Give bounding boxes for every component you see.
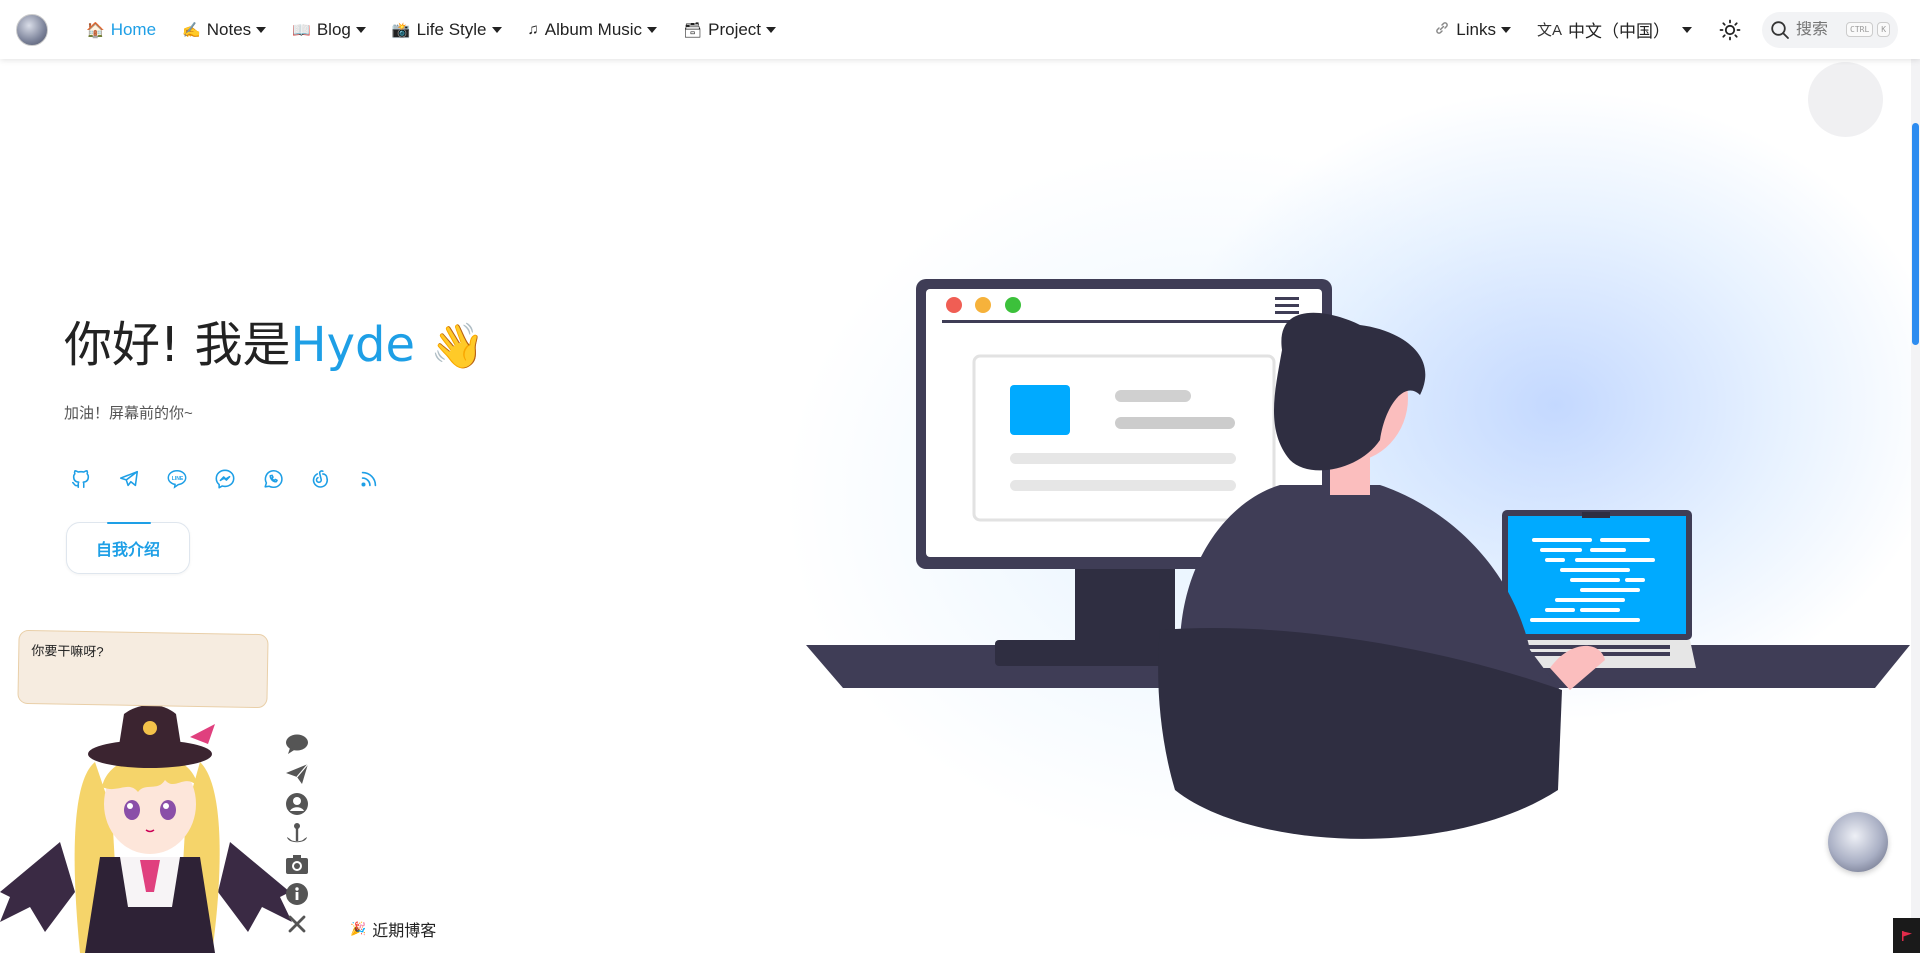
nav-links-dropdown[interactable]: Links <box>1434 20 1511 40</box>
book-icon: 📖 <box>292 21 311 39</box>
nav-item-label: Blog <box>316 19 351 39</box>
nav-item-label: Life Style <box>416 19 487 39</box>
hero-greeting: 你好! 我是 <box>64 317 291 373</box>
mascot-message: 你要干嘛呀? <box>31 643 104 660</box>
nav-item-label: Notes <box>206 19 252 39</box>
nav-item-life-style[interactable]: 📸 Life Style <box>392 20 502 40</box>
camera-icon: 📸 <box>391 21 411 39</box>
camera-icon[interactable] <box>283 852 311 876</box>
caret-down-icon <box>1682 26 1692 33</box>
caret-down-icon <box>766 26 777 33</box>
netease-music-icon[interactable] <box>308 466 334 492</box>
translate-icon: 文A <box>1536 22 1562 39</box>
hero-title: 你好! 我是Hyde 👋 <box>64 305 485 375</box>
close-icon[interactable] <box>283 912 311 936</box>
social-links: LINE <box>68 466 382 492</box>
rss-icon[interactable] <box>356 466 382 492</box>
party-popper-icon: 🎉 <box>350 921 367 936</box>
language-selector[interactable]: 文A 中文（中国） <box>1537 17 1692 42</box>
self-intro-button[interactable]: 自我介绍 <box>66 522 190 574</box>
language-label: 中文（中国） <box>1568 22 1670 41</box>
theme-toggle-button[interactable] <box>1718 18 1742 42</box>
shortcut-key-ctrl: CTRL <box>1846 22 1874 37</box>
nav-item-album-music[interactable]: ♫ Album Music <box>528 20 658 40</box>
recent-blogs-link[interactable]: 🎉 近期博客 <box>350 917 436 941</box>
main-nav: 🏠 Home ✍️ Notes 📖 Blog 📸 Life Style ♫ Al… <box>86 20 802 40</box>
sun-icon <box>1719 19 1741 40</box>
caret-down-icon <box>491 26 502 33</box>
flag-icon <box>1901 930 1912 941</box>
hero-name: Hyde <box>290 317 416 373</box>
link-icon <box>1434 20 1450 40</box>
search-input[interactable] <box>1796 20 1842 39</box>
send-icon[interactable] <box>283 762 311 786</box>
shortcut-key-k: K <box>1877 22 1891 37</box>
music-note-icon: ♫ <box>527 21 539 38</box>
user-icon[interactable] <box>283 792 311 816</box>
mascot-toolbar <box>283 732 311 936</box>
writing-hand-icon: ✍️ <box>182 21 201 39</box>
info-icon[interactable] <box>283 882 311 906</box>
home-icon: 🏠 <box>86 21 105 39</box>
search-icon <box>1771 20 1789 39</box>
github-icon[interactable] <box>68 466 94 492</box>
top-navbar: 🏠 Home ✍️ Notes 📖 Blog 📸 Life Style ♫ Al… <box>0 0 1920 59</box>
whatsapp-icon[interactable] <box>260 466 286 492</box>
site-logo-avatar[interactable] <box>16 13 48 46</box>
nav-item-label: Home <box>110 19 157 39</box>
nav-right-group: Links 文A 中文（中国） 搜索 CTRL K <box>1434 0 1898 59</box>
page-scrollbar[interactable] <box>1911 59 1920 953</box>
waving-hand-icon: 👋 <box>430 321 486 372</box>
nav-item-home[interactable]: 🏠 Home <box>86 20 156 40</box>
caret-down-icon <box>355 26 366 33</box>
music-player-avatar[interactable] <box>1828 812 1888 872</box>
hero-subtitle: 加油！屏幕前的你~ <box>64 405 193 422</box>
developer-illustration <box>806 279 1910 839</box>
nav-item-label: Project <box>708 19 762 39</box>
caret-down-icon <box>1500 26 1511 33</box>
mascot-speech-bubble: 你要干嘛呀? <box>17 629 269 709</box>
nav-item-project[interactable]: 🗃 Project <box>683 19 777 40</box>
nav-item-label: Album Music <box>544 19 643 39</box>
nav-item-blog[interactable]: 📖 Blog <box>292 20 366 40</box>
caret-down-icon <box>647 26 658 33</box>
svg-text:LINE: LINE <box>172 476 184 482</box>
nav-item-notes[interactable]: ✍️ Notes <box>182 19 267 40</box>
floating-placeholder-circle <box>1808 62 1883 137</box>
anchor-icon[interactable] <box>283 822 311 846</box>
line-icon[interactable]: LINE <box>164 466 190 492</box>
card-box-icon: 🗃 <box>683 21 703 39</box>
caret-down-icon <box>256 26 267 33</box>
recent-blogs-label: 近期博客 <box>372 923 437 940</box>
messenger-icon[interactable] <box>212 466 238 492</box>
telegram-icon[interactable] <box>116 466 142 492</box>
scrollbar-thumb[interactable] <box>1912 123 1919 345</box>
chat-icon[interactable] <box>283 732 311 756</box>
search-box[interactable]: CTRL K <box>1762 11 1898 48</box>
flag-corner-button[interactable] <box>1893 918 1920 953</box>
links-label: Links <box>1456 19 1496 39</box>
mascot-character-image[interactable] <box>0 692 300 953</box>
